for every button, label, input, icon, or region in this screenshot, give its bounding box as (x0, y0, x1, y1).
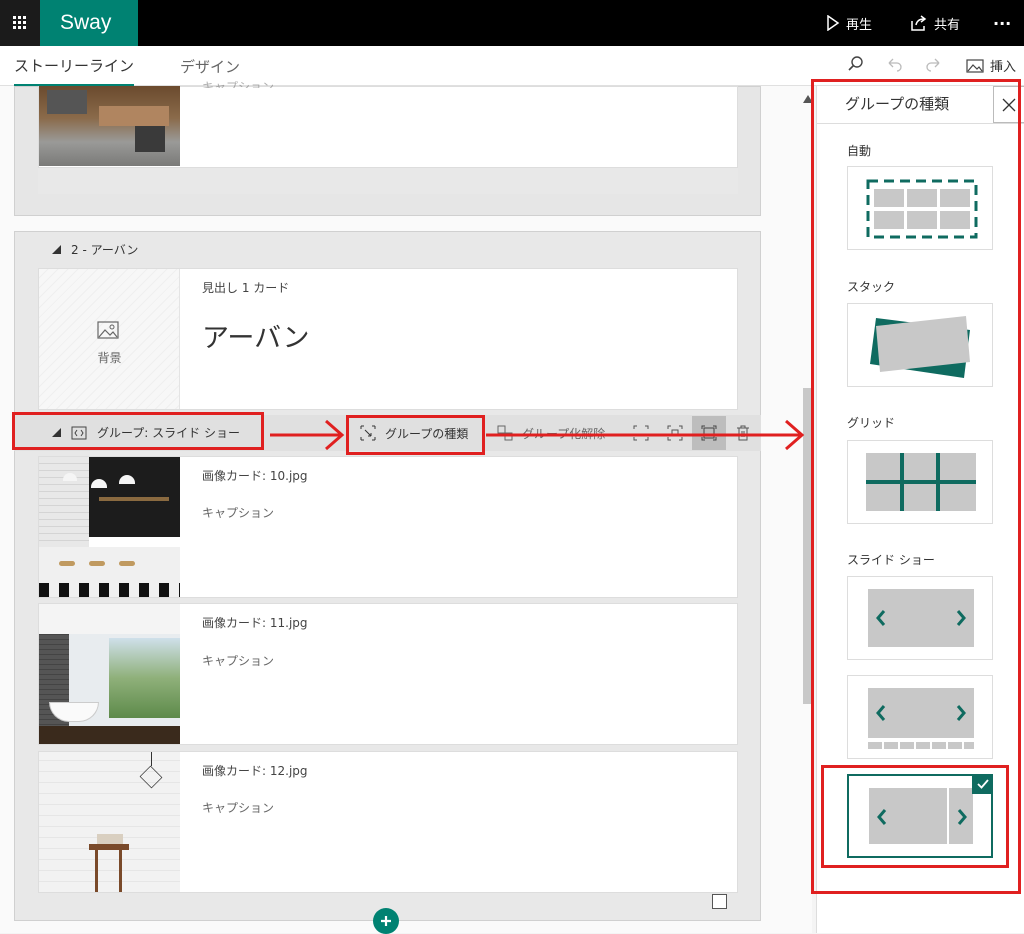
section-1-footer (38, 168, 738, 194)
annotation-box-selected-option (821, 765, 1009, 868)
image-card-12-caption[interactable]: キャプション (202, 799, 274, 816)
image-card-10-title: 画像カード: 10.jpg (202, 469, 308, 483)
plus-icon (381, 916, 391, 926)
app-brand[interactable]: Sway (40, 0, 138, 46)
add-card-button[interactable] (373, 908, 399, 934)
share-icon (911, 15, 927, 31)
search-icon[interactable] (848, 56, 864, 76)
heading-card-label: 見出し 1 カード (202, 281, 290, 295)
section-2-header[interactable]: 2 - アーバン (52, 241, 138, 258)
play-label: 再生 (846, 17, 873, 33)
share-label: 共有 (934, 17, 961, 33)
redo-icon[interactable] (926, 56, 942, 76)
image-10-thumbnail (39, 457, 180, 597)
insert-label: 挿入 (990, 60, 1017, 75)
image-11-thumbnail (39, 604, 180, 744)
app-launcher-icon[interactable] (0, 0, 40, 46)
annotation-arrows (270, 419, 805, 451)
play-button[interactable]: 再生 (826, 0, 872, 46)
share-button[interactable]: 共有 (910, 0, 960, 46)
background-label: 背景 (97, 351, 122, 365)
card-thumbnail (39, 86, 180, 166)
select-checkbox[interactable] (712, 894, 727, 909)
insert-button[interactable]: 挿入 (966, 56, 1016, 75)
undo-icon[interactable] (886, 56, 902, 76)
image-card-11-title: 画像カード: 11.jpg (202, 616, 308, 630)
image-12-thumbnail (39, 752, 180, 892)
image-icon (97, 321, 119, 339)
section-2-title: 2 - アーバン (71, 243, 139, 257)
image-card-11-caption[interactable]: キャプション (202, 652, 274, 669)
image-icon (966, 58, 984, 73)
annotation-box-group-label (12, 412, 264, 450)
heading-text[interactable]: アーバン (202, 316, 309, 355)
image-card-10-caption[interactable]: キャプション (202, 504, 274, 521)
tab-storyline[interactable]: ストーリーライン (14, 46, 135, 86)
collapse-triangle-icon (52, 245, 61, 254)
play-icon (827, 15, 840, 31)
card-caption-partial: キャプション (202, 80, 275, 88)
image-card-12-title: 画像カード: 12.jpg (202, 764, 308, 778)
more-button[interactable]: ··· (993, 0, 1011, 46)
background-slot[interactable]: 背景 (39, 269, 180, 409)
